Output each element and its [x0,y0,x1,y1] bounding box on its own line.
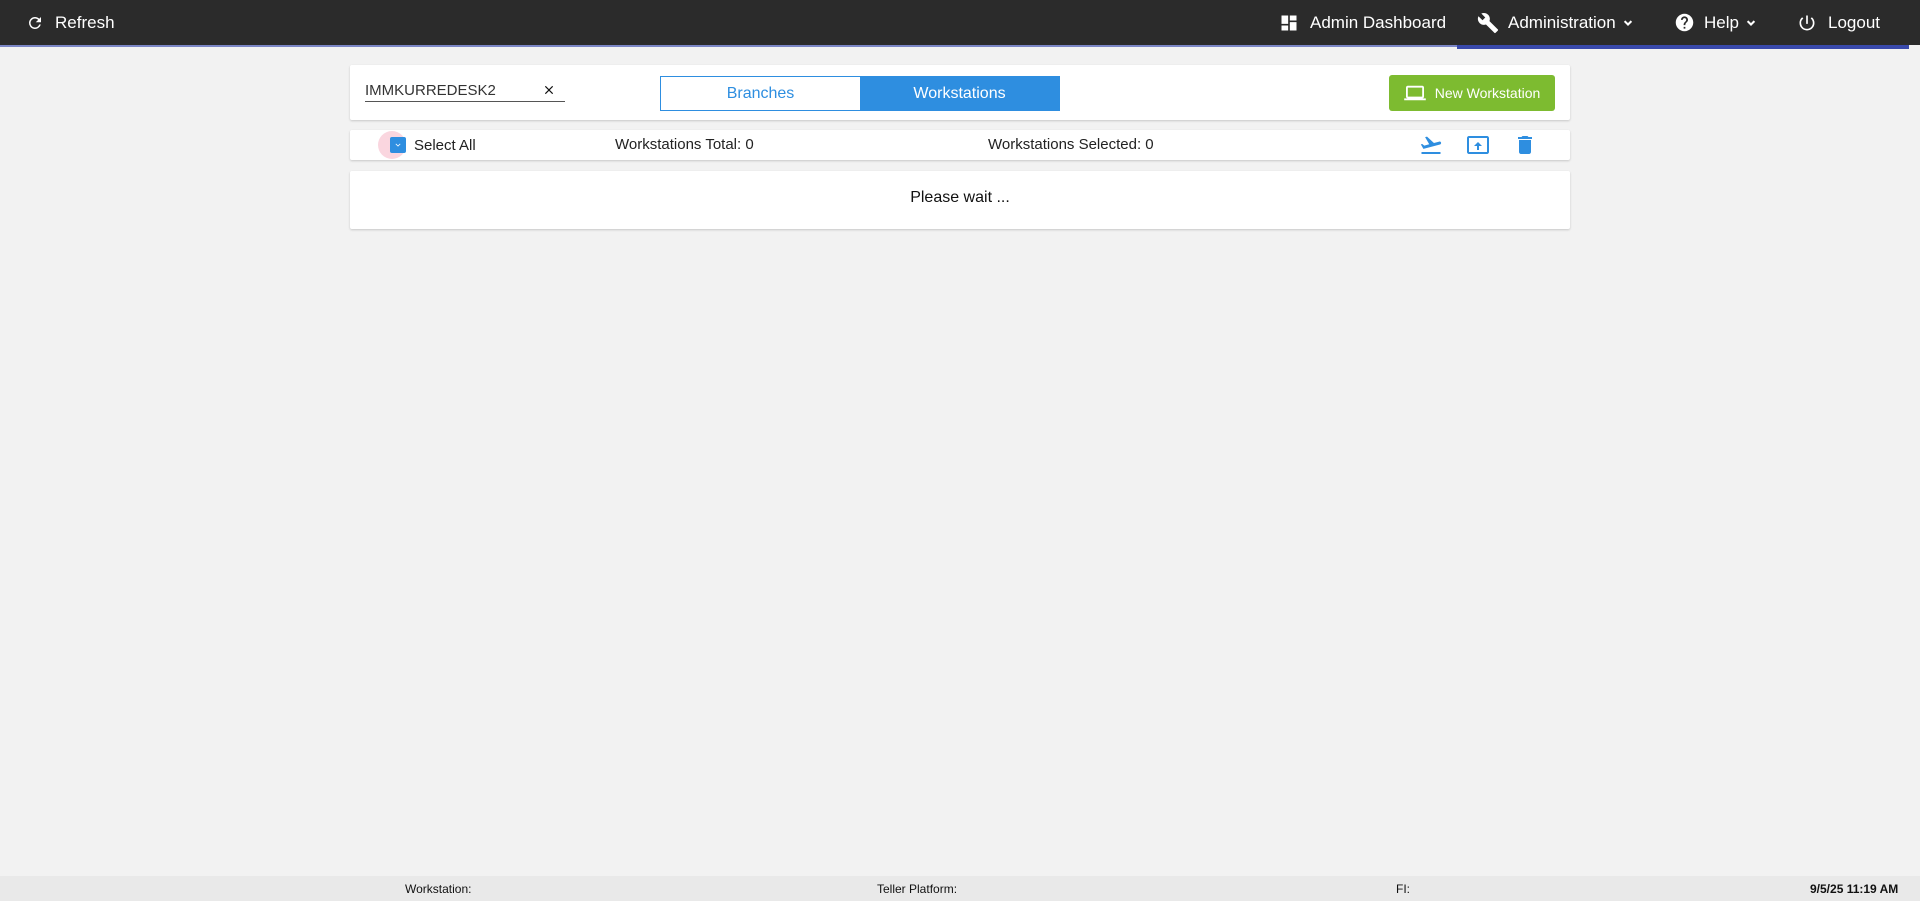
close-icon[interactable] [542,83,556,97]
search-toolbar-card: Branches Workstations New Workstation [350,65,1570,120]
logout-button[interactable]: Logout [1797,0,1880,45]
chevron-down-icon [395,143,401,147]
wrench-icon [1477,12,1499,33]
administration-label: Administration [1508,12,1616,32]
tab-workstations[interactable]: Workstations [860,77,1059,110]
departure-button[interactable] [1419,133,1443,157]
select-all-checkbox[interactable] [390,137,406,153]
refresh-icon [28,16,41,29]
help-label: Help [1704,12,1739,32]
select-all-label: Select All [414,137,476,154]
status-bar: Workstation: Teller Platform: FI: 9/5/25… [0,876,1920,901]
dashboard-icon [1281,15,1297,30]
logout-label: Logout [1828,12,1880,32]
power-icon [1799,15,1815,30]
upload-icon [1467,136,1489,154]
chevron-down-icon [1623,19,1632,26]
content-card: Please wait ... [350,171,1570,229]
admin-dashboard-label: Admin Dashboard [1310,12,1447,32]
view-toggle: Branches Workstations [660,76,1060,111]
workstations-selected: Workstations Selected: 0 [988,136,1154,153]
footer-datetime: 9/5/25 11:19 AM [1810,882,1899,896]
tab-branches[interactable]: Branches [661,77,860,110]
top-navbar: Refresh Admin Dashboard Administration H… [0,0,1920,45]
admin-dashboard-link[interactable]: Admin Dashboard [1279,0,1446,45]
footer-teller-platform: Teller Platform: [877,882,958,896]
footer-workstation: Workstation: [405,882,472,896]
administration-menu[interactable]: Administration [1477,0,1635,45]
search-input[interactable] [365,79,535,101]
new-workstation-button[interactable]: New Workstation [1389,75,1555,111]
departure-icon [1420,136,1442,154]
chevron-down-icon [1746,19,1756,26]
upload-button[interactable] [1466,133,1490,157]
new-workstation-label: New Workstation [1434,85,1541,101]
delete-button[interactable] [1513,133,1537,157]
navbar-accent-bar [1457,45,1909,49]
refresh-button[interactable]: Refresh [26,0,115,45]
refresh-label: Refresh [55,12,115,32]
navbar-divider [0,45,1457,47]
help-menu[interactable]: Help [1674,0,1758,45]
help-icon [1675,13,1694,32]
search-field [365,79,565,102]
footer-fi: FI: [1396,882,1410,896]
loading-message: Please wait ... [910,189,1010,206]
trash-icon [1518,136,1532,154]
list-header-card: Select All Workstations Total: 0 Worksta… [350,130,1570,160]
laptop-icon [1403,85,1426,101]
workstations-total: Workstations Total: 0 [615,136,754,153]
